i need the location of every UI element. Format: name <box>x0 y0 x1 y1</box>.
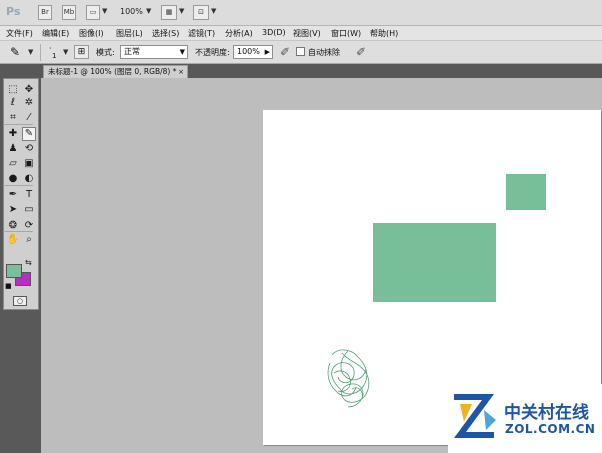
document-tab-title: 未标题-1 @ 100% (图层 0, RGB/8) * <box>48 67 177 76</box>
history-brush-icon[interactable]: ⟲ <box>22 142 36 156</box>
mode-select[interactable]: 正常 ▼ <box>120 45 188 59</box>
menu-view[interactable]: 视图(V) <box>293 28 321 39</box>
zol-logo-icon <box>454 394 496 438</box>
menu-filter[interactable]: 滤镜(T) <box>188 28 215 39</box>
menu-bar: 文件(F) 编辑(E) 图像(I) 图层(L) 选择(S) 滤镜(T) 分析(A… <box>0 26 602 41</box>
swap-colors-icon[interactable]: ⇆ <box>25 258 32 267</box>
pressure-size-icon[interactable]: ✐ <box>356 45 366 59</box>
foreground-color-swatch[interactable] <box>6 264 22 278</box>
hand-icon[interactable]: ✋ <box>6 233 20 247</box>
pencil-tool-preset-icon[interactable]: ✎ <box>10 45 20 59</box>
photoshop-logo: Ps <box>6 5 21 18</box>
lasso-icon[interactable]: ℓ <box>6 96 20 110</box>
zoom-icon[interactable]: ⌕ <box>22 233 36 247</box>
default-colors-icon[interactable]: ■ <box>5 282 12 290</box>
marquee-icon[interactable]: ⬚ <box>6 83 20 97</box>
healing-brush-icon[interactable]: ✚ <box>6 127 20 141</box>
toolbox-divider <box>3 231 33 232</box>
pencil-scribble <box>327 349 370 408</box>
brush-size: 1 <box>52 52 57 60</box>
menu-3d[interactable]: 3D(D) <box>262 28 286 37</box>
menu-file[interactable]: 文件(F) <box>6 28 33 39</box>
arrange-documents-button[interactable]: ▦ <box>161 5 177 20</box>
crop-icon[interactable]: ⌗ <box>6 111 20 125</box>
auto-erase-label: 自动抹除 <box>308 48 340 57</box>
options-bar: ✎ ▼ · 1 ▼ ⊞ 模式: 正常 ▼ 不透明度: 100% ▶ ✐ 自动抹除… <box>0 41 602 64</box>
document-tab[interactable]: 未标题-1 @ 100% (图层 0, RGB/8) * × <box>43 65 188 78</box>
divider <box>40 44 41 61</box>
move-icon[interactable]: ✥ <box>22 83 36 97</box>
view-extras-caret-icon[interactable]: ▼ <box>102 7 107 15</box>
tool-preset-caret-icon[interactable]: ▼ <box>28 48 33 56</box>
bridge-button[interactable]: Br <box>38 5 52 20</box>
pressure-opacity-icon[interactable]: ✐ <box>280 45 290 59</box>
opacity-value: 100% <box>237 47 260 56</box>
magic-wand-icon[interactable]: ✲ <box>22 96 36 110</box>
pen-icon[interactable]: ✒ <box>6 188 20 202</box>
rectangle-icon[interactable]: ▭ <box>22 203 36 217</box>
quick-mask-icon[interactable]: ○ <box>13 296 27 306</box>
green-square-small <box>506 174 546 210</box>
toolbox-divider <box>3 185 33 186</box>
chevron-down-icon: ▶ <box>264 48 270 56</box>
auto-erase-checkbox[interactable] <box>296 47 305 56</box>
eyedropper-icon[interactable]: ⁄ <box>22 111 36 125</box>
chevron-down-icon: ▼ <box>179 48 185 56</box>
zoom-level[interactable]: 100% <box>120 7 143 16</box>
type-icon[interactable]: T <box>22 188 36 202</box>
dodge-icon[interactable]: ◐ <box>22 172 36 186</box>
path-selection-icon[interactable]: ➤ <box>6 203 20 217</box>
arrange-caret-icon[interactable]: ▼ <box>179 7 184 15</box>
menu-edit[interactable]: 编辑(E) <box>42 28 69 39</box>
blur-icon[interactable]: ● <box>6 172 20 186</box>
brush-picker-caret-icon[interactable]: ▼ <box>63 48 68 56</box>
menu-image[interactable]: 图像(I) <box>79 28 104 39</box>
screen-mode-caret-icon[interactable]: ▼ <box>211 7 216 15</box>
menu-analysis[interactable]: 分析(A) <box>225 28 253 39</box>
toolbox-divider <box>3 124 33 125</box>
menu-select[interactable]: 选择(S) <box>152 28 179 39</box>
eraser-icon[interactable]: ▱ <box>6 157 20 171</box>
mode-select-value: 正常 <box>124 47 140 56</box>
menu-layer[interactable]: 图层(L) <box>116 28 143 39</box>
view-extras-button[interactable]: ▭ <box>86 5 100 20</box>
opacity-label: 不透明度: <box>195 48 230 57</box>
green-rectangle-large <box>373 223 496 302</box>
close-tab-icon[interactable]: × <box>178 66 184 78</box>
application-bar: Ps Br Mb ▭ ▼ 100% ▼ ▦ ▼ ⊡ ▼ <box>0 0 602 26</box>
brush-panel-toggle-icon[interactable]: ⊞ <box>74 45 89 59</box>
mode-label: 模式: <box>96 48 115 57</box>
pencil-icon[interactable]: ✎ <box>22 127 36 141</box>
opacity-input[interactable]: 100% ▶ <box>233 45 273 59</box>
menu-help[interactable]: 帮助(H) <box>370 28 398 39</box>
watermark: 中关村在线 ZOL.COM.CN <box>448 384 602 453</box>
watermark-brand: 中关村在线 <box>504 403 589 423</box>
screen-mode-button[interactable]: ⊡ <box>193 5 209 20</box>
menu-window[interactable]: 窗口(W) <box>331 28 361 39</box>
watermark-url: ZOL.COM.CN <box>505 422 596 436</box>
gradient-icon[interactable]: ▣ <box>22 157 36 171</box>
zoom-caret-icon[interactable]: ▼ <box>146 7 151 15</box>
clone-stamp-icon[interactable]: ♟ <box>6 142 20 156</box>
mini-bridge-button[interactable]: Mb <box>62 5 76 20</box>
